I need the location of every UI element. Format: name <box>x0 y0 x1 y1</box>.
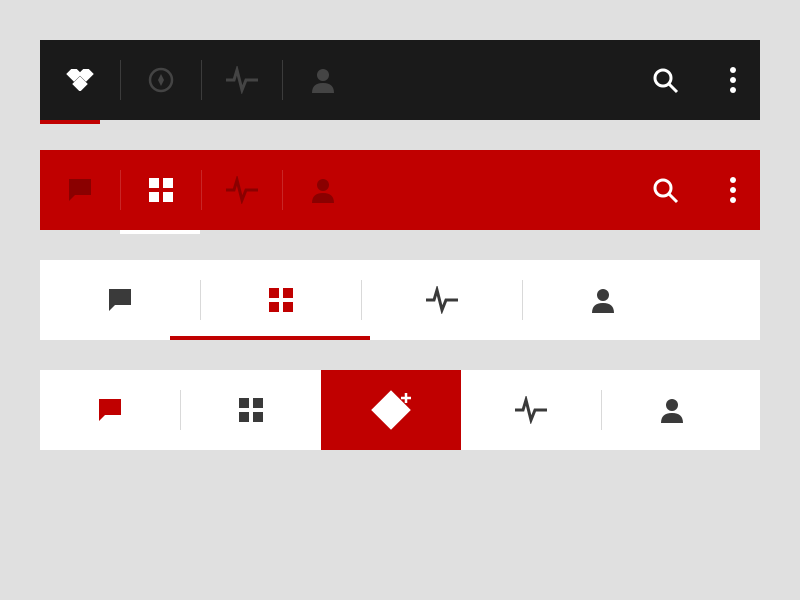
tab-profile[interactable] <box>523 260 683 340</box>
search-button[interactable] <box>625 40 705 120</box>
tab-activity[interactable] <box>202 150 282 230</box>
tab-profile[interactable] <box>283 40 363 120</box>
pulse-icon <box>226 176 258 204</box>
pulse-icon <box>515 396 547 424</box>
more-vert-icon <box>729 66 737 94</box>
compass-icon <box>147 66 175 94</box>
person-icon <box>590 287 616 313</box>
tab-diamonds[interactable] <box>40 40 120 120</box>
grid-icon <box>269 288 293 312</box>
chat-icon <box>107 287 133 313</box>
diamonds-icon <box>65 69 95 91</box>
pulse-icon <box>426 286 458 314</box>
active-indicator <box>40 120 100 124</box>
nav-bar-red <box>40 150 760 230</box>
tab-grid[interactable] <box>121 150 201 230</box>
tab-grid[interactable] <box>181 370 321 450</box>
chat-icon <box>67 177 93 203</box>
person-icon <box>310 177 336 203</box>
tab-activity[interactable] <box>202 40 282 120</box>
person-icon <box>659 397 685 423</box>
chat-icon <box>97 397 123 423</box>
nav-bar-white-underline <box>40 260 760 340</box>
grid-icon <box>149 178 173 202</box>
search-icon <box>651 176 679 204</box>
grid-icon <box>239 398 263 422</box>
tab-chat[interactable] <box>40 260 200 340</box>
person-icon <box>310 67 336 93</box>
tab-compass[interactable] <box>121 40 201 120</box>
tab-chat[interactable] <box>40 150 120 230</box>
tab-grid[interactable] <box>201 260 361 340</box>
tab-profile[interactable] <box>283 150 363 230</box>
tab-profile[interactable] <box>602 370 742 450</box>
diamond-add-icon <box>368 387 414 433</box>
tab-activity[interactable] <box>362 260 522 340</box>
more-button[interactable] <box>705 40 760 120</box>
more-button[interactable] <box>705 150 760 230</box>
tab-chat[interactable] <box>40 370 180 450</box>
search-icon <box>651 66 679 94</box>
active-indicator <box>120 230 200 234</box>
pulse-icon <box>226 66 258 94</box>
nav-bar-dark <box>40 40 760 120</box>
search-button[interactable] <box>625 150 705 230</box>
more-vert-icon <box>729 176 737 204</box>
tab-activity[interactable] <box>461 370 601 450</box>
tab-add-diamond[interactable] <box>321 370 461 450</box>
nav-bar-white-action <box>40 370 760 450</box>
